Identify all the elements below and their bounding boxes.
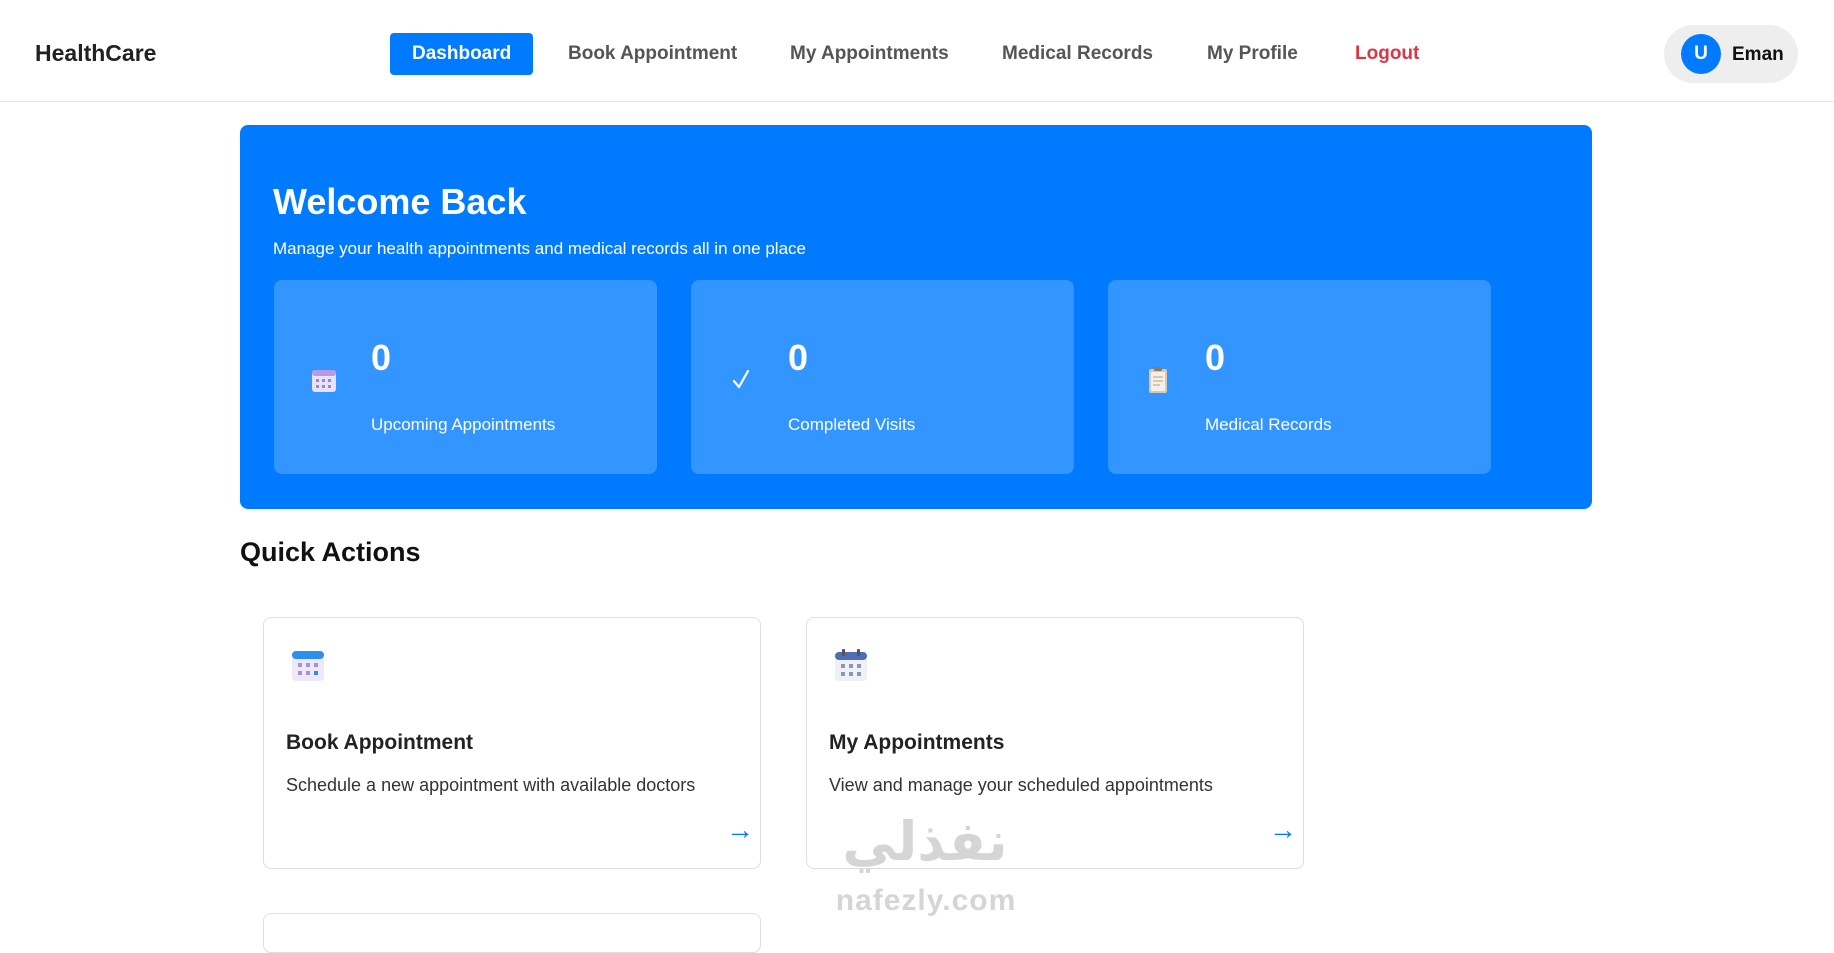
nav-logout[interactable]: Logout [1355, 33, 1419, 75]
user-menu[interactable]: U Eman [1664, 25, 1798, 83]
action-title: My Appointments [829, 731, 1005, 754]
nav-my-profile[interactable]: My Profile [1207, 33, 1298, 75]
nav-book-appointment[interactable]: Book Appointment [568, 33, 737, 75]
brand-logo[interactable]: HealthCare [35, 40, 156, 67]
welcome-title: Welcome Back [273, 181, 527, 222]
check-icon [732, 369, 750, 389]
calendar-icon [292, 651, 324, 681]
clipboard-icon [1149, 367, 1167, 393]
upcoming-label: Upcoming Appointments [371, 415, 556, 434]
nav-my-appointments[interactable]: My Appointments [790, 33, 949, 75]
stat-card-completed: 0 Completed Visits [691, 280, 1074, 474]
records-label: Medical Records [1205, 415, 1332, 434]
completed-label: Completed Visits [788, 415, 916, 434]
completed-count: 0 [788, 337, 809, 378]
arrow-right-icon[interactable]: → [1269, 814, 1297, 846]
action-card-partial[interactable] [263, 913, 761, 953]
user-name: Eman [1732, 44, 1784, 65]
top-navbar: HealthCare Dashboard Book Appointment My… [0, 0, 1834, 102]
stat-card-upcoming: 0 Upcoming Appointments [274, 280, 657, 474]
quick-actions-title: Quick Actions [240, 537, 421, 567]
watermark-domain: nafezly.com [835, 884, 1017, 917]
records-count: 0 [1205, 337, 1226, 378]
action-card-book-appointment[interactable]: Book Appointment Schedule a new appointm… [263, 617, 761, 869]
arrow-right-icon[interactable]: → [726, 814, 754, 846]
avatar: U [1681, 34, 1721, 74]
action-description: View and manage your scheduled appointme… [829, 775, 1213, 795]
nav-medical-records[interactable]: Medical Records [1002, 33, 1153, 75]
stat-card-records: 0 Medical Records [1108, 280, 1491, 474]
calendar-spiral-icon [835, 649, 867, 681]
upcoming-count: 0 [371, 337, 392, 378]
action-description: Schedule a new appointment with availabl… [286, 775, 696, 795]
welcome-subtitle: Manage your health appointments and medi… [273, 239, 806, 258]
welcome-banner: Welcome Back Manage your health appointm… [240, 125, 1592, 509]
action-title: Book Appointment [286, 731, 474, 754]
calendar-icon [312, 370, 336, 392]
action-card-my-appointments[interactable]: My Appointments View and manage your sch… [806, 617, 1304, 869]
nav-dashboard[interactable]: Dashboard [390, 33, 534, 75]
